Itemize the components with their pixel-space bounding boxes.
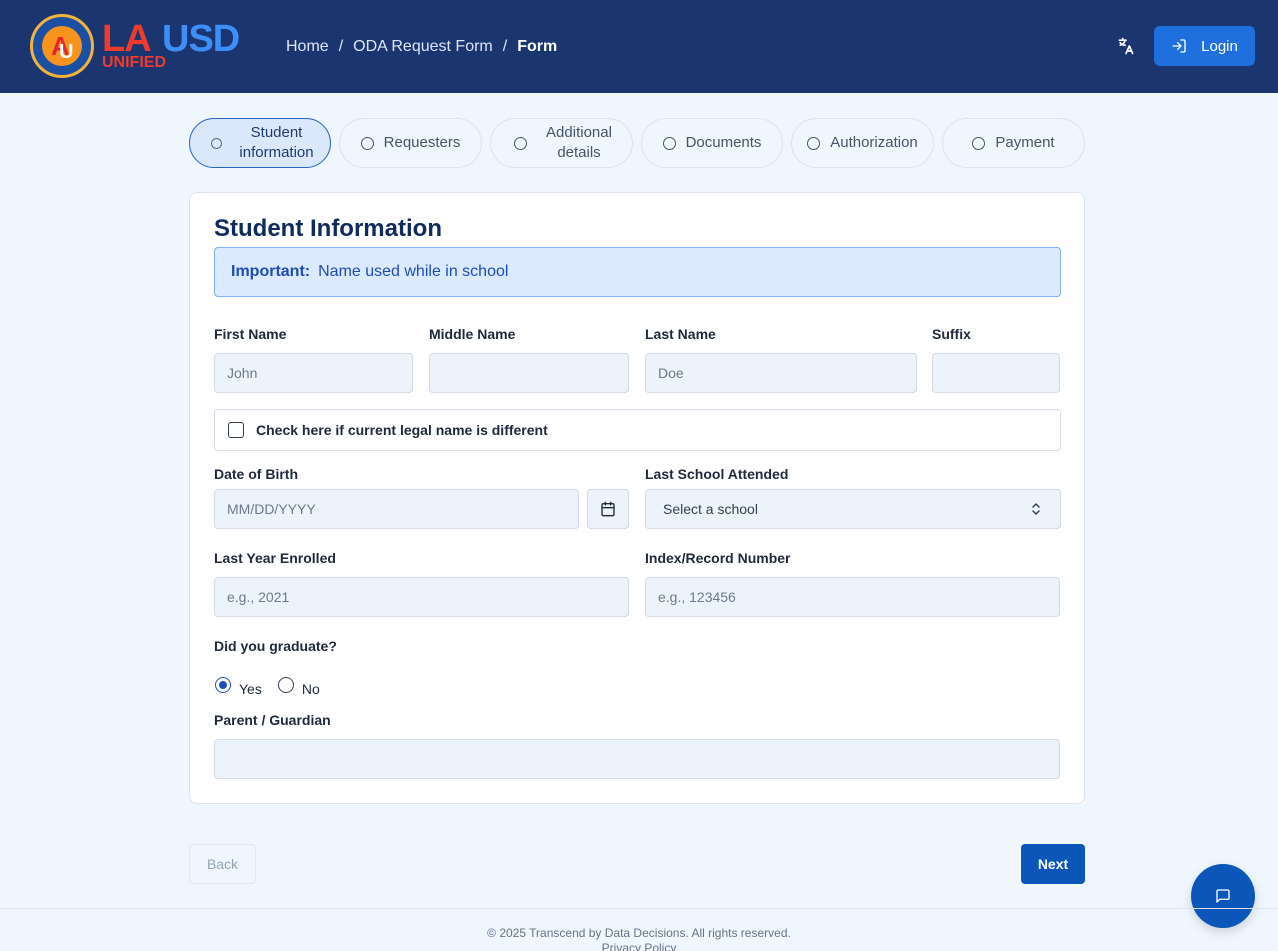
last-name-label: Last Name xyxy=(645,326,716,342)
breadcrumb: Home / ODA Request Form / Form xyxy=(286,37,557,57)
step-label: Additional details xyxy=(546,124,612,161)
step-circle-icon xyxy=(514,136,527,150)
legal-name-checkbox-label: Check here if current legal name is diff… xyxy=(256,422,548,438)
index-number-label: Index/Record Number xyxy=(645,550,791,566)
last-name-input[interactable]: Doe xyxy=(645,353,917,393)
graduated-no-label: No xyxy=(301,681,320,697)
step-label: Authorization xyxy=(830,134,918,151)
privacy-policy-link[interactable]: Privacy Policy xyxy=(0,941,1278,951)
step-requesters[interactable]: Requesters xyxy=(339,118,482,168)
notice-text: Name used while in school xyxy=(318,263,509,280)
suffix-label: Suffix xyxy=(932,326,971,342)
step-additional-details[interactable]: Additional details xyxy=(490,118,633,168)
logo-text-usd: USD xyxy=(162,18,240,60)
graduated-no-radio[interactable] xyxy=(277,677,294,693)
footer-divider xyxy=(0,908,1278,909)
graduated-yes-radio[interactable] xyxy=(215,677,231,693)
translate-icon[interactable] xyxy=(1116,36,1136,56)
first-name-input[interactable]: John xyxy=(214,353,413,393)
step-authorization[interactable]: Authorization xyxy=(791,118,934,168)
chevron-up-down-icon xyxy=(1032,503,1040,515)
middle-name-label: Middle Name xyxy=(429,326,516,342)
step-label: Student information xyxy=(239,124,314,161)
important-notice: Important: Name used while in school xyxy=(214,247,1061,297)
chat-button[interactable] xyxy=(1191,864,1255,928)
notice-strong: Important: xyxy=(231,263,311,280)
login-label: Login xyxy=(1201,37,1238,55)
dob-input[interactable]: MM/DD/YYYY xyxy=(214,489,579,529)
step-label: Requesters xyxy=(383,134,461,151)
step-label: Documents xyxy=(685,134,762,151)
back-button[interactable]: Back xyxy=(189,844,256,884)
step-circle-icon xyxy=(360,136,374,150)
step-circle-icon xyxy=(662,136,676,150)
form-title: Student Information xyxy=(214,215,442,242)
graduated-radio-group: Yes No xyxy=(215,673,320,697)
legal-name-different-row[interactable]: Check here if current legal name is diff… xyxy=(214,409,1061,451)
step-student-information[interactable]: Student information xyxy=(189,118,331,168)
step-label: Payment xyxy=(995,134,1055,151)
calendar-button[interactable] xyxy=(587,489,629,529)
legal-name-checkbox[interactable] xyxy=(228,422,244,438)
step-circle-icon xyxy=(972,136,986,150)
step-circle-icon xyxy=(807,136,821,150)
student-information-card: Student Information Important: Name used… xyxy=(189,192,1085,804)
last-school-label: Last School Attended xyxy=(645,466,789,482)
parent-guardian-input[interactable] xyxy=(214,739,1060,779)
lausd-seal-icon: A U xyxy=(30,14,94,78)
calendar-icon xyxy=(601,501,615,517)
breadcrumb-separator: / xyxy=(502,38,508,55)
logo-text-unified: UNIFIED xyxy=(102,54,166,71)
copyright-text: © 2025 Transcend by Data Decisions. All … xyxy=(487,926,791,940)
chat-bubble-icon xyxy=(1216,889,1230,903)
login-button[interactable]: Login xyxy=(1154,26,1255,66)
suffix-input[interactable] xyxy=(932,353,1060,393)
step-documents[interactable]: Documents xyxy=(641,118,783,168)
login-arrow-icon xyxy=(1172,39,1186,53)
top-header: A U LA USD UNIFIED Home / ODA Request Fo… xyxy=(0,0,1278,93)
step-circle-icon xyxy=(210,137,222,149)
breadcrumb-home[interactable]: Home xyxy=(286,38,329,56)
first-name-label: First Name xyxy=(214,326,287,342)
last-school-select[interactable]: Select a school xyxy=(645,489,1061,529)
step-payment[interactable]: Payment xyxy=(942,118,1085,168)
breadcrumb-current: Form xyxy=(517,38,558,55)
lausd-logo[interactable]: A U LA USD UNIFIED xyxy=(30,14,262,78)
next-button[interactable]: Next xyxy=(1021,844,1085,884)
last-year-input[interactable]: e.g., 2021 xyxy=(214,577,629,617)
index-number-input[interactable]: e.g., 123456 xyxy=(645,577,1060,617)
middle-name-input[interactable] xyxy=(429,353,629,393)
parent-guardian-label: Parent / Guardian xyxy=(214,712,331,728)
last-school-value: Select a school xyxy=(663,501,758,517)
breadcrumb-oda-request-form[interactable]: ODA Request Form xyxy=(353,38,493,56)
graduated-label: Did you graduate? xyxy=(214,638,337,654)
graduated-yes-label: Yes xyxy=(239,681,262,697)
breadcrumb-separator: / xyxy=(338,38,344,55)
last-year-label: Last Year Enrolled xyxy=(214,550,336,566)
dob-label: Date of Birth xyxy=(214,466,298,482)
